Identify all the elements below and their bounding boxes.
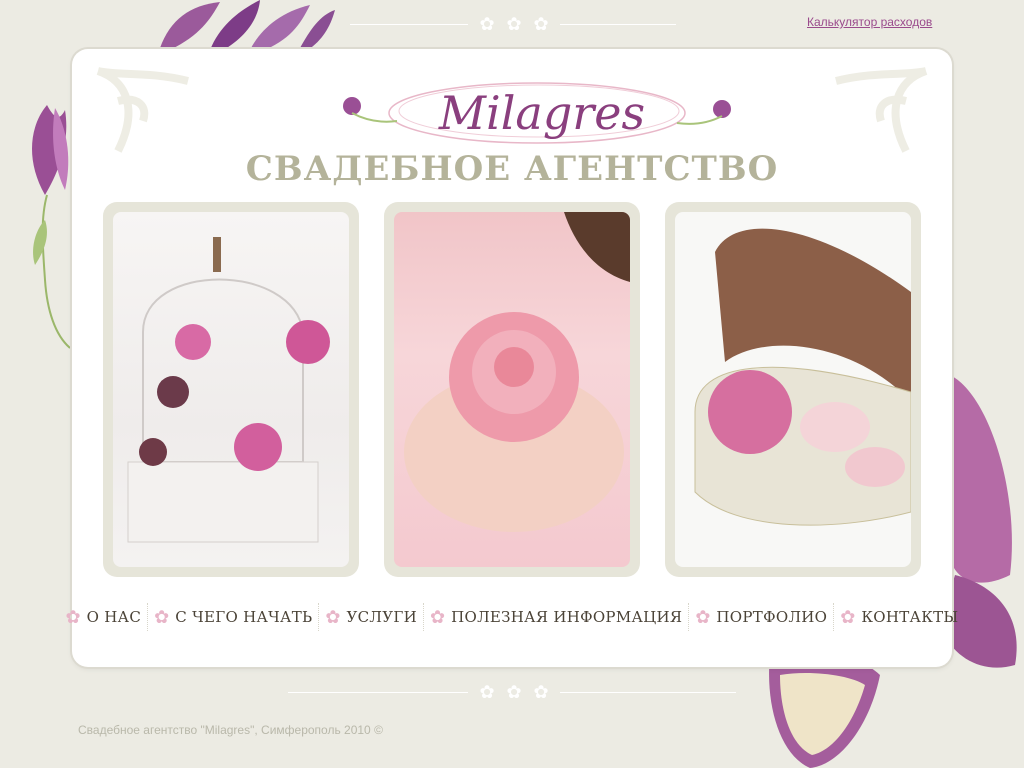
heart-box-roses-photo (675, 212, 911, 567)
nav-label: С ЧЕГО НАЧАТЬ (175, 608, 313, 626)
nav-item-contacts[interactable]: ✿ КОНТАКТЫ (833, 603, 964, 631)
nav-label: КОНТАКТЫ (861, 608, 959, 626)
corner-ornament-right (835, 67, 928, 153)
photo-frame-2[interactable] (384, 202, 640, 577)
corner-ornament-left (96, 67, 189, 153)
flower-icon: ✿ (65, 607, 81, 627)
nav-label: УСЛУГИ (346, 608, 418, 626)
agency-tagline: Свадебное агентство (245, 149, 779, 189)
flower-icon: ✿ (695, 607, 711, 627)
main-content-card: Milagres Свадебное агентство (66, 49, 958, 667)
footer-copyright: Свадебное агентство "Milagres", Симфероп… (78, 723, 383, 737)
flower-icon: ✿ (325, 607, 341, 627)
photo-frame-3[interactable] (665, 202, 921, 577)
nav-label: ПОРТФОЛИО (716, 608, 828, 626)
flower-icon: ✿ (479, 682, 495, 702)
flower-icon: ✿ (430, 607, 446, 627)
flower-icon: ✿ (533, 682, 549, 702)
flower-icon: ✿ (533, 14, 549, 34)
nav-item-about[interactable]: ✿ О НАС (60, 603, 148, 631)
expense-calculator-link[interactable]: Калькулятор расходов (807, 15, 932, 29)
flower-icon: ✿ (506, 682, 522, 702)
nav-item-services[interactable]: ✿ УСЛУГИ (318, 603, 423, 631)
flower-icon: ✿ (506, 14, 522, 34)
photo-frame-1[interactable] (103, 202, 359, 577)
nav-item-useful-info[interactable]: ✿ ПОЛЕЗНАЯ ИНФОРМАЦИЯ (423, 603, 688, 631)
logo[interactable]: Milagres (327, 61, 747, 161)
nav-label: О НАС (86, 608, 142, 626)
flower-icon: ✿ (154, 607, 170, 627)
flower-icon: ✿ (479, 14, 495, 34)
nav-item-portfolio[interactable]: ✿ ПОРТФОЛИО (688, 603, 833, 631)
logo-name: Milagres (438, 86, 646, 140)
nav-item-getting-started[interactable]: ✿ С ЧЕГО НАЧАТЬ (147, 603, 318, 631)
bottom-ornament: ✿ ✿ ✿ (0, 683, 1024, 703)
birdcage-roses-photo (113, 212, 349, 567)
rose-in-hands-photo (394, 212, 630, 567)
flower-icon: ✿ (840, 607, 856, 627)
main-navigation: ✿ О НАС ✿ С ЧЕГО НАЧАТЬ ✿ УСЛУГИ ✿ ПОЛЕЗ… (66, 597, 958, 637)
nav-label: ПОЛЕЗНАЯ ИНФОРМАЦИЯ (451, 608, 683, 626)
